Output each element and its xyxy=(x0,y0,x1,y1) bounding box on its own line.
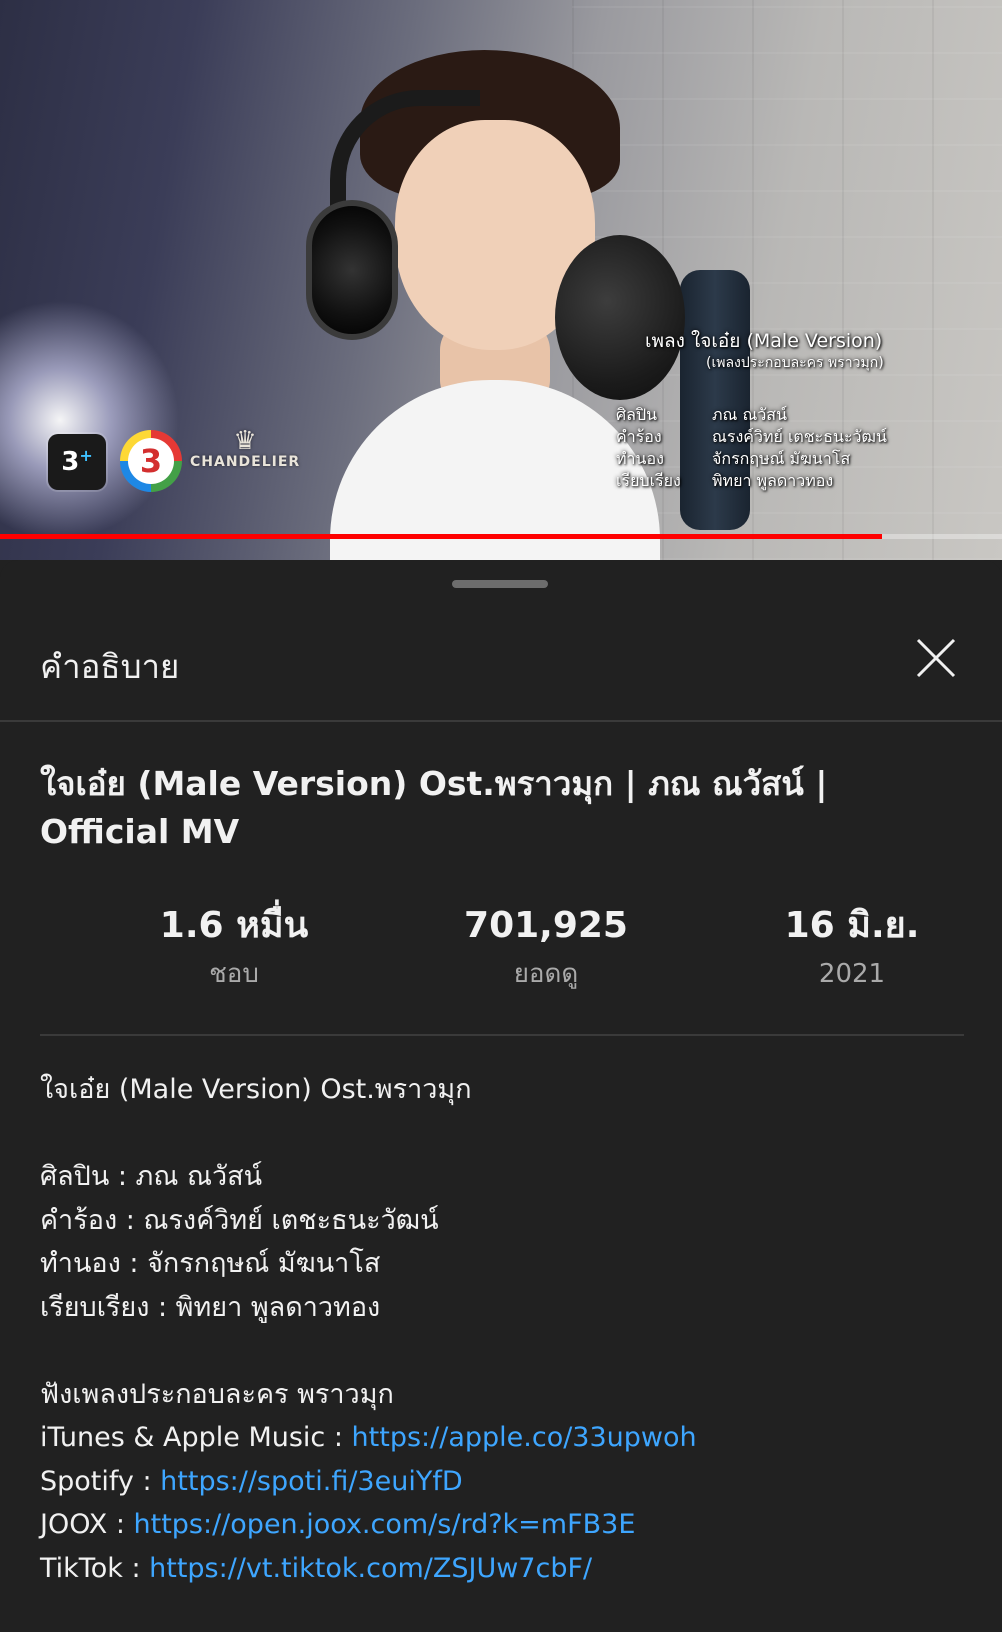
progress-bar[interactable] xyxy=(0,534,1002,539)
description-line: ใจเอ๋ย (Male Version) Ost.พราวมุก xyxy=(40,1074,472,1105)
credit-role: ศิลปิน xyxy=(616,405,658,424)
drag-handle[interactable] xyxy=(452,580,548,588)
tiktok-link[interactable]: https://vt.tiktok.com/ZSJUw7cbF/ xyxy=(149,1553,592,1584)
upload-date-stat: 16 มิ.ย. 2021 xyxy=(702,902,1002,994)
chandelier-crown-icon: ♛ xyxy=(233,426,257,456)
link-row: iTunes & Apple Music : https://apple.co/… xyxy=(40,1416,960,1460)
overlay-credits: ศิลปิน ภณ ณวัสน์ คำร้อง ณรงค์วิทย์ เตชะธ… xyxy=(616,404,936,492)
link-row: Spotify : https://spoti.fi/3euiYfD xyxy=(40,1460,960,1504)
credit-row: ทำนอง จักรกฤษณ์ มัฆนาโส xyxy=(616,448,936,470)
description-line: ศิลปิน : ภณ ณวัสน์ xyxy=(40,1161,263,1192)
close-icon xyxy=(916,638,956,678)
description-line: คำร้อง : ณรงค์วิทย์ เตชะธนะวัฒน์ xyxy=(40,1204,439,1236)
microphone-icon xyxy=(555,235,685,400)
views-label: ยอดดู xyxy=(513,959,579,989)
sheet-header: คำอธิบาย xyxy=(0,604,1002,722)
likes-label: ชอบ xyxy=(209,959,259,989)
sheet-title: คำอธิบาย xyxy=(40,647,180,686)
apple-music-link[interactable]: https://apple.co/33upwoh xyxy=(352,1422,697,1453)
views-stat: 701,925 ยอดดู xyxy=(396,902,696,994)
link-label: iTunes & Apple Music : xyxy=(40,1422,352,1453)
overlay-song-subtitle: (เพลงประกอบละคร พราวมุก) xyxy=(706,355,884,371)
video-stats: 1.6 หมื่น ชอบ 701,925 ยอดดู 16 มิ.ย. 202… xyxy=(40,902,962,1012)
upload-year: 2021 xyxy=(818,959,886,989)
credit-row: คำร้อง ณรงค์วิทย์ เตชะธนะวัฒน์ xyxy=(616,426,936,448)
description-text: ใจเอ๋ย (Male Version) Ost.พราวมุก ศิลปิน… xyxy=(40,1068,960,1590)
studio-light xyxy=(0,300,180,540)
chandelier-logo: ♛ CHANDELIER xyxy=(190,426,301,470)
description-line: ทำนอง : จักรกฤษณ์ มัฆนาโส xyxy=(40,1248,381,1279)
link-row: JOOX : https://open.joox.com/s/rd?k=mFB3… xyxy=(40,1503,960,1547)
video-player[interactable]: เพลง ใจเอ๋ย (Male Version) (เพลงประกอบละ… xyxy=(0,0,1002,560)
close-button[interactable] xyxy=(912,634,960,682)
credit-name: จักรกฤษณ์ มัฆนาโส xyxy=(712,449,851,468)
credit-name: พิทยา พูลดาวทอง xyxy=(712,471,834,490)
link-row: TikTok : https://vt.tiktok.com/ZSJUw7cbF… xyxy=(40,1547,960,1591)
likes-stat: 1.6 หมื่น ชอบ xyxy=(84,902,384,994)
likes-count: 1.6 หมื่น xyxy=(159,905,309,946)
credit-role: คำร้อง xyxy=(616,427,662,446)
credit-role: ทำนอง xyxy=(616,449,664,468)
spotify-link[interactable]: https://spoti.fi/3euiYfD xyxy=(160,1466,462,1497)
video-title: ใจเอ๋ย (Male Version) Ost.พราวมุก | ภณ ณ… xyxy=(40,764,828,851)
upload-date: 16 มิ.ย. xyxy=(784,905,920,946)
link-label: JOOX : xyxy=(40,1509,134,1540)
progress-bar-fill xyxy=(0,534,882,539)
views-count: 701,925 xyxy=(464,905,628,946)
credit-row: เรียบเรียง พิทยา พูลดาวทอง xyxy=(616,470,936,492)
description-sheet: คำอธิบาย ใจเอ๋ย (Male Version) Ost.พราวม… xyxy=(0,560,1002,1632)
credit-role: เรียบเรียง xyxy=(616,471,681,490)
description-line: ฟังเพลงประกอบละคร พราวมุก xyxy=(40,1378,394,1410)
description-line: เรียบเรียง : พิทยา พูลดาวทอง xyxy=(40,1291,381,1323)
joox-link[interactable]: https://open.joox.com/s/rd?k=mFB3E xyxy=(134,1509,636,1540)
headphones-icon xyxy=(306,200,398,340)
credit-row: ศิลปิน ภณ ณวัสน์ xyxy=(616,404,936,426)
channel3-logo: 3 xyxy=(120,430,182,492)
credit-name: ภณ ณวัสน์ xyxy=(712,405,788,424)
3plus-logo: 3 + xyxy=(48,434,106,490)
credit-name: ณรงค์วิทย์ เตชะธนะวัฒน์ xyxy=(712,427,887,446)
link-label: Spotify : xyxy=(40,1465,161,1497)
link-label: TikTok : xyxy=(40,1552,150,1584)
divider xyxy=(40,1034,964,1036)
